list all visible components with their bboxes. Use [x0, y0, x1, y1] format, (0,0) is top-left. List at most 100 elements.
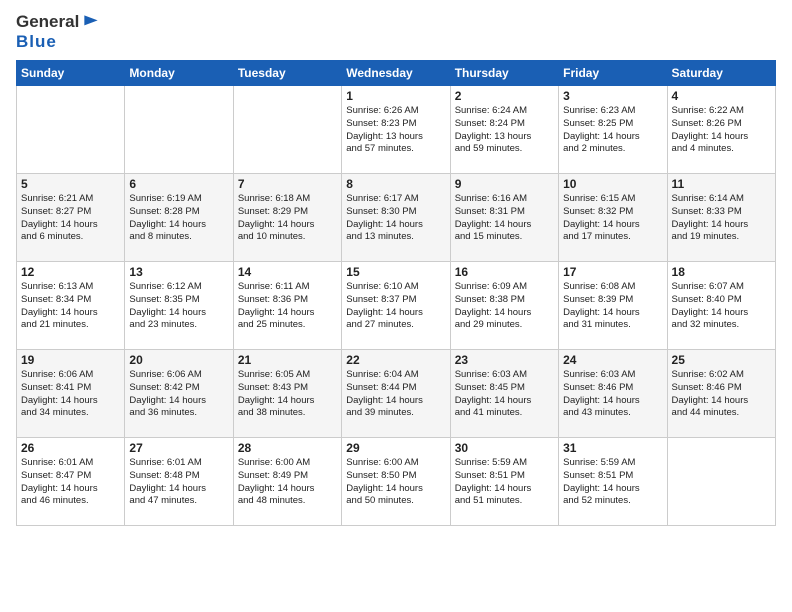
weekday-header-saturday: Saturday — [667, 61, 775, 86]
calendar-cell: 5Sunrise: 6:21 AM Sunset: 8:27 PM Daylig… — [17, 174, 125, 262]
day-info: Sunrise: 6:01 AM Sunset: 8:48 PM Dayligh… — [129, 457, 228, 508]
logo-blue: Blue — [16, 32, 101, 52]
calendar-cell: 14 Sunrise: 6:11 AM Sunset: 8:36 PM Dayli… — [233, 262, 341, 350]
weekday-header-thursday: Thursday — [450, 61, 558, 86]
day-info: Sunrise: 5:59 AM Sunset: 8:51 PM Dayligh… — [455, 457, 554, 508]
day-info: Sunrise: 6:00 AM Sunset: 8:49 PM Dayligh… — [238, 457, 337, 508]
calendar-cell: 2 Sunrise: 6:24 AM Sunset: 8:24 PM Daylig… — [450, 86, 558, 174]
day-number: 13 — [129, 265, 228, 279]
calendar-cell: 19 Sunrise: 6:06 AM Sunset: 8:41 PM Dayli… — [17, 350, 125, 438]
day-info: Sunrise: 6:14 AM Sunset: 8:33 PM Dayligh… — [672, 193, 771, 244]
calendar-cell: 22Sunrise: 6:04 AM Sunset: 8:44 PM Dayli… — [342, 350, 450, 438]
day-number: 4 — [672, 89, 771, 103]
day-info: Sunrise: 6:10 AM Sunset: 8:37 PM Dayligh… — [346, 281, 445, 332]
calendar-table: SundayMondayTuesdayWednesdayThursdayFrid… — [16, 60, 776, 526]
day-info: Sunrise: 6:23 AM Sunset: 8:25 PM Dayligh… — [563, 105, 662, 156]
day-number: 30 — [455, 441, 554, 455]
day-number: 7 — [238, 177, 337, 191]
calendar-cell: 9 Sunrise: 6:16 AM Sunset: 8:31 PM Daylig… — [450, 174, 558, 262]
day-info: Sunrise: 6:15 AM Sunset: 8:32 PM Dayligh… — [563, 193, 662, 244]
calendar-cell: 6Sunrise: 6:19 AM Sunset: 8:28 PM Daylig… — [125, 174, 233, 262]
day-number: 24 — [563, 353, 662, 367]
day-info: Sunrise: 6:18 AM Sunset: 8:29 PM Dayligh… — [238, 193, 337, 244]
day-number: 19 — [21, 353, 120, 367]
day-number: 25 — [672, 353, 771, 367]
day-info: Sunrise: 6:08 AM Sunset: 8:39 PM Dayligh… — [563, 281, 662, 332]
calendar-cell: 29Sunrise: 6:00 AM Sunset: 8:50 PM Dayli… — [342, 438, 450, 526]
day-info: Sunrise: 6:19 AM Sunset: 8:28 PM Dayligh… — [129, 193, 228, 244]
weekday-header-tuesday: Tuesday — [233, 61, 341, 86]
calendar-cell: 24 Sunrise: 6:03 AM Sunset: 8:46 PM Dayli… — [559, 350, 667, 438]
day-number: 3 — [563, 89, 662, 103]
calendar-cell: 13 Sunrise: 6:12 AM Sunset: 8:35 PM Dayli… — [125, 262, 233, 350]
day-info: Sunrise: 6:06 AM Sunset: 8:41 PM Dayligh… — [21, 369, 120, 420]
calendar-cell: 25 Sunrise: 6:02 AM Sunset: 8:46 PM Dayli… — [667, 350, 775, 438]
day-info: Sunrise: 6:03 AM Sunset: 8:45 PM Dayligh… — [455, 369, 554, 420]
day-info: Sunrise: 6:22 AM Sunset: 8:26 PM Dayligh… — [672, 105, 771, 156]
calendar-cell: 11 Sunrise: 6:14 AM Sunset: 8:33 PM Dayli… — [667, 174, 775, 262]
calendar-cell: 27Sunrise: 6:01 AM Sunset: 8:48 PM Dayli… — [125, 438, 233, 526]
week-row-4: 26Sunrise: 6:01 AM Sunset: 8:47 PM Dayli… — [17, 438, 776, 526]
day-number: 29 — [346, 441, 445, 455]
day-number: 17 — [563, 265, 662, 279]
week-row-0: 1 Sunrise: 6:26 AM Sunset: 8:23 PM Daylig… — [17, 86, 776, 174]
day-info: Sunrise: 6:01 AM Sunset: 8:47 PM Dayligh… — [21, 457, 120, 508]
day-number: 11 — [672, 177, 771, 191]
day-info: Sunrise: 6:11 AM Sunset: 8:36 PM Dayligh… — [238, 281, 337, 332]
header: General Blue — [16, 12, 776, 52]
calendar-cell: 16 Sunrise: 6:09 AM Sunset: 8:38 PM Dayli… — [450, 262, 558, 350]
calendar-cell: 21Sunrise: 6:05 AM Sunset: 8:43 PM Dayli… — [233, 350, 341, 438]
day-info: Sunrise: 6:07 AM Sunset: 8:40 PM Dayligh… — [672, 281, 771, 332]
calendar-cell: 30 Sunrise: 5:59 AM Sunset: 8:51 PM Dayli… — [450, 438, 558, 526]
calendar-cell — [667, 438, 775, 526]
calendar-cell: 4 Sunrise: 6:22 AM Sunset: 8:26 PM Daylig… — [667, 86, 775, 174]
calendar-cell: 23Sunrise: 6:03 AM Sunset: 8:45 PM Dayli… — [450, 350, 558, 438]
calendar-cell: 8 Sunrise: 6:17 AM Sunset: 8:30 PM Daylig… — [342, 174, 450, 262]
calendar-cell: 15Sunrise: 6:10 AM Sunset: 8:37 PM Dayli… — [342, 262, 450, 350]
calendar-cell: 28 Sunrise: 6:00 AM Sunset: 8:49 PM Dayli… — [233, 438, 341, 526]
calendar-cell — [17, 86, 125, 174]
calendar-cell: 18 Sunrise: 6:07 AM Sunset: 8:40 PM Dayli… — [667, 262, 775, 350]
logo-flag-icon — [81, 12, 101, 32]
weekday-header-row: SundayMondayTuesdayWednesdayThursdayFrid… — [17, 61, 776, 86]
day-number: 16 — [455, 265, 554, 279]
day-number: 22 — [346, 353, 445, 367]
day-info: Sunrise: 6:26 AM Sunset: 8:23 PM Dayligh… — [346, 105, 445, 156]
week-row-1: 5Sunrise: 6:21 AM Sunset: 8:27 PM Daylig… — [17, 174, 776, 262]
calendar-cell: 3 Sunrise: 6:23 AM Sunset: 8:25 PM Daylig… — [559, 86, 667, 174]
calendar-cell — [125, 86, 233, 174]
day-number: 12 — [21, 265, 120, 279]
day-number: 20 — [129, 353, 228, 367]
day-info: Sunrise: 6:13 AM Sunset: 8:34 PM Dayligh… — [21, 281, 120, 332]
day-number: 14 — [238, 265, 337, 279]
day-info: Sunrise: 6:03 AM Sunset: 8:46 PM Dayligh… — [563, 369, 662, 420]
day-number: 9 — [455, 177, 554, 191]
calendar-cell: 26Sunrise: 6:01 AM Sunset: 8:47 PM Dayli… — [17, 438, 125, 526]
calendar-cell: 17 Sunrise: 6:08 AM Sunset: 8:39 PM Dayli… — [559, 262, 667, 350]
day-info: Sunrise: 6:16 AM Sunset: 8:31 PM Dayligh… — [455, 193, 554, 244]
calendar-cell: 31Sunrise: 5:59 AM Sunset: 8:51 PM Dayli… — [559, 438, 667, 526]
day-number: 1 — [346, 89, 445, 103]
calendar-cell: 10 Sunrise: 6:15 AM Sunset: 8:32 PM Dayli… — [559, 174, 667, 262]
calendar-cell — [233, 86, 341, 174]
calendar-cell: 12 Sunrise: 6:13 AM Sunset: 8:34 PM Dayli… — [17, 262, 125, 350]
day-number: 18 — [672, 265, 771, 279]
calendar-cell: 7 Sunrise: 6:18 AM Sunset: 8:29 PM Daylig… — [233, 174, 341, 262]
day-number: 8 — [346, 177, 445, 191]
day-info: Sunrise: 6:02 AM Sunset: 8:46 PM Dayligh… — [672, 369, 771, 420]
day-info: Sunrise: 6:24 AM Sunset: 8:24 PM Dayligh… — [455, 105, 554, 156]
day-number: 2 — [455, 89, 554, 103]
week-row-3: 19 Sunrise: 6:06 AM Sunset: 8:41 PM Dayli… — [17, 350, 776, 438]
day-number: 28 — [238, 441, 337, 455]
day-number: 10 — [563, 177, 662, 191]
day-number: 21 — [238, 353, 337, 367]
day-number: 5 — [21, 177, 120, 191]
weekday-header-monday: Monday — [125, 61, 233, 86]
day-info: Sunrise: 6:12 AM Sunset: 8:35 PM Dayligh… — [129, 281, 228, 332]
week-row-2: 12 Sunrise: 6:13 AM Sunset: 8:34 PM Dayli… — [17, 262, 776, 350]
day-info: Sunrise: 6:17 AM Sunset: 8:30 PM Dayligh… — [346, 193, 445, 244]
day-number: 31 — [563, 441, 662, 455]
calendar-cell: 20Sunrise: 6:06 AM Sunset: 8:42 PM Dayli… — [125, 350, 233, 438]
day-info: Sunrise: 6:09 AM Sunset: 8:38 PM Dayligh… — [455, 281, 554, 332]
weekday-header-wednesday: Wednesday — [342, 61, 450, 86]
